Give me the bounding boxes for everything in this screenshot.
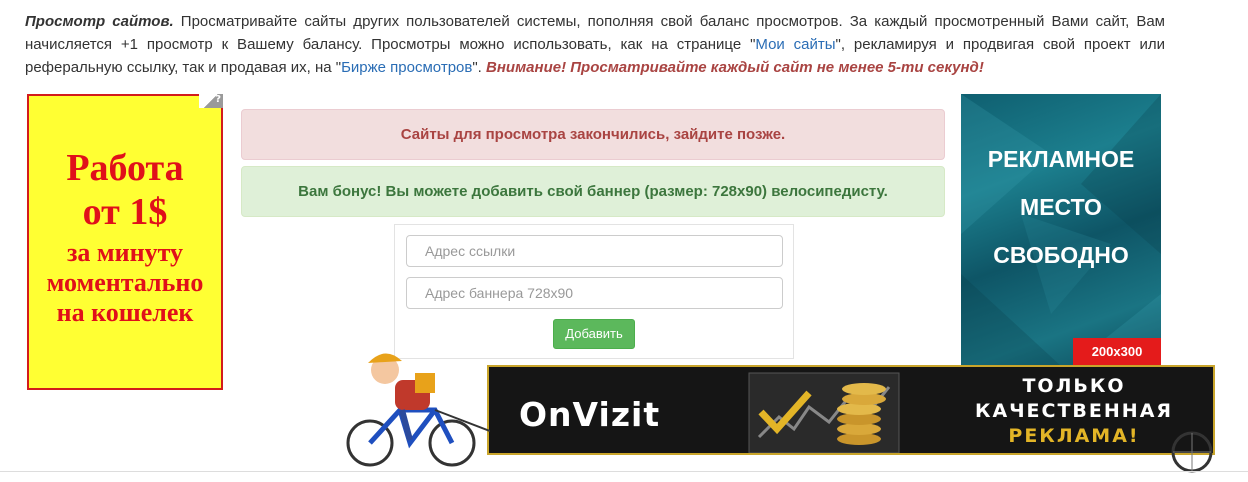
left-ad-line4: моментально [46,268,204,297]
link-url-input[interactable]: Адрес ссылки [406,235,783,267]
warning-text: Внимание! Просматривайте каждый сайт не … [486,59,984,76]
banner-tagline-1: ТОЛЬКО [1022,375,1126,397]
left-banner-ad[interactable]: ? Работа от 1$ за минуту моментально на … [27,94,223,390]
cyclist-banner[interactable]: OnVizit ТОЛЬКО КАЧЕСТВЕННАЯ РЕКЛАМА! [487,365,1215,455]
right-ad-line3: СВОБОДНО [993,242,1129,268]
right-ad-line2: МЕСТО [1020,194,1102,220]
left-ad-line5: на кошелек [56,298,194,327]
cyclist-icon [346,353,490,467]
divider [0,471,1248,472]
no-sites-alert: Сайты для просмотра закончились, зайдите… [241,109,945,160]
my-sites-link[interactable]: Мои сайты [755,36,835,53]
banner-form: Адрес ссылки Адрес баннера 728x90 Добави… [394,224,794,359]
intro-text-part3: ". [472,59,487,76]
ad-info-icon[interactable]: ? [199,94,223,108]
left-ad-line3: за минуту [66,238,184,267]
left-ad-line1: Работа [66,147,184,189]
intro-text: Просмотр сайтов. Просматривайте сайты др… [25,10,1165,79]
banner-tagline-2: КАЧЕСТВЕННАЯ [974,400,1174,422]
ad-size-tag: 200x300 [1073,338,1161,366]
banner-url-input[interactable]: Адрес баннера 728x90 [406,277,783,309]
banner-brand: OnVizit [519,395,661,434]
right-ad-line1: РЕКЛАМНОЕ [987,146,1135,172]
intro-title: Просмотр сайтов. [25,13,174,30]
bonus-alert: Вам бонус! Вы можете добавить свой банне… [241,166,945,217]
views-exchange-link[interactable]: Бирже просмотров [341,59,472,76]
polygon-pattern [961,94,1161,366]
rear-wheel-icon [1171,431,1213,473]
add-button[interactable]: Добавить [553,319,635,349]
laptop-coins-icon [748,372,900,453]
left-ad-line2: от 1$ [82,191,168,233]
right-banner-ad[interactable]: РЕКЛАМНОЕ МЕСТО СВОБОДНО 200x300 [961,94,1161,366]
banner-tagline-3: РЕКЛАМА! [1008,425,1140,447]
